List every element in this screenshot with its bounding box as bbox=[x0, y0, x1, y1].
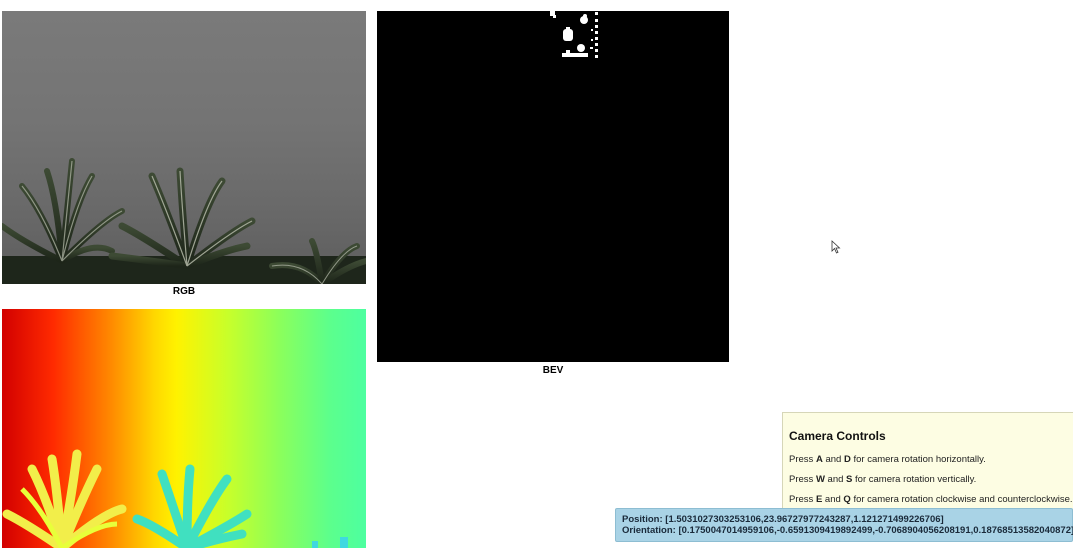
depth-image bbox=[2, 309, 366, 548]
key-d: D bbox=[843, 454, 851, 465]
instruction-text: Press bbox=[789, 494, 816, 505]
plant-foliage bbox=[2, 158, 366, 284]
camera-controls-title: Camera Controls bbox=[789, 429, 886, 443]
camera-controls-panel: Camera Controls Press A and D for camera… bbox=[782, 412, 1073, 522]
depth-foliage bbox=[2, 449, 348, 548]
bev-label: BEV bbox=[542, 365, 564, 376]
bev-image bbox=[377, 11, 729, 362]
key-w: W bbox=[815, 474, 825, 485]
control-instruction-vertical: Press W and S for camera rotation vertic… bbox=[789, 474, 976, 485]
instruction-text: for camera rotation clockwise and counte… bbox=[850, 494, 1073, 505]
position-readout: Position: [1.5031027303253106,23.9672797… bbox=[622, 514, 944, 525]
rgb-image bbox=[2, 11, 366, 284]
bev-points bbox=[550, 11, 598, 58]
instruction-text: and bbox=[822, 494, 844, 505]
instruction-text: Press bbox=[789, 454, 816, 465]
pose-readout: Position: [1.5031027303253106,23.9672797… bbox=[615, 508, 1073, 542]
control-instruction-horizontal: Press A and D for camera rotation horizo… bbox=[789, 454, 986, 465]
orientation-readout: Orientation: [0.1750047014959106,-0.6591… bbox=[622, 525, 1073, 536]
instruction-text: and bbox=[824, 474, 847, 485]
control-instruction-roll: Press E and Q for camera rotation clockw… bbox=[789, 494, 1073, 505]
instruction-text: for camera rotation vertically. bbox=[852, 474, 977, 485]
mouse-pointer-icon bbox=[831, 240, 841, 254]
instruction-text: and bbox=[822, 454, 844, 465]
instruction-text: for camera rotation horizontally. bbox=[850, 454, 986, 465]
instruction-text: Press bbox=[789, 474, 816, 485]
rgb-label: RGB bbox=[172, 286, 196, 297]
key-q: Q bbox=[843, 494, 851, 505]
key-a: A bbox=[815, 454, 823, 465]
